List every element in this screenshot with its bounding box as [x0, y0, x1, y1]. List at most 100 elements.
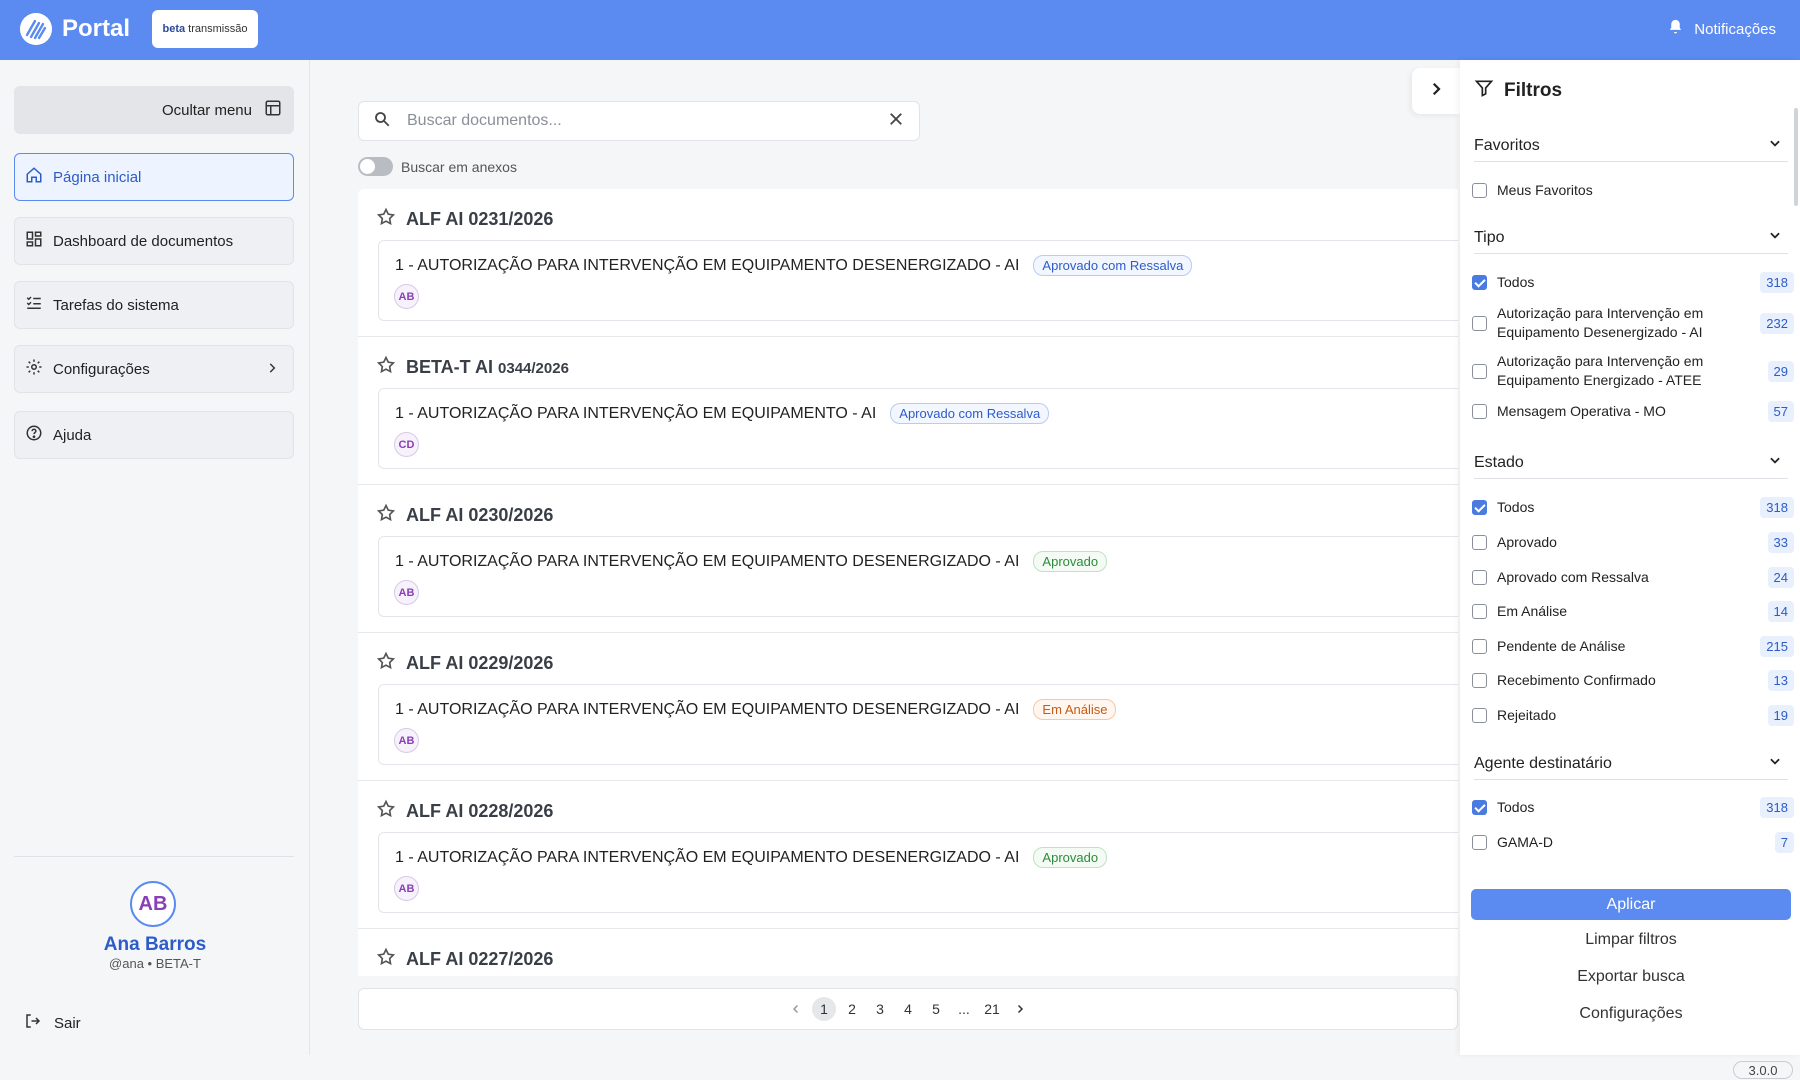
list-item[interactable]: ALF AI 0230/2026 1 - AUTORIZAÇÃO PARA IN…	[358, 485, 1458, 633]
star-icon[interactable]	[376, 799, 396, 824]
section-tipo[interactable]: Tipo	[1474, 222, 1788, 254]
document-title[interactable]: ALF AI 0227/2026	[406, 949, 553, 970]
page-button[interactable]: 5	[924, 997, 948, 1021]
notifications-button[interactable]: Notificações	[1667, 18, 1776, 40]
filter-option[interactable]: Todos 318	[1472, 797, 1794, 818]
checkbox[interactable]	[1472, 363, 1487, 379]
logo[interactable]: Portal	[20, 13, 130, 45]
tasks-icon	[25, 294, 43, 316]
list-item[interactable]: ALF AI 0231/2026 1 - AUTORIZAÇÃO PARA IN…	[358, 189, 1458, 337]
author-avatar: AB	[394, 728, 419, 753]
collapse-filters-button[interactable]	[1412, 68, 1460, 114]
list-item[interactable]: ALF AI 0228/2026 1 - AUTORIZAÇÃO PARA IN…	[358, 781, 1458, 929]
pagination: 1 2 3 4 5 ... 21	[358, 988, 1458, 1030]
export-search-button[interactable]: Exportar busca	[1471, 968, 1791, 986]
count-badge: 318	[1760, 272, 1794, 293]
checkbox[interactable]	[1472, 500, 1487, 515]
chevron-down-icon	[1768, 136, 1782, 155]
list-item[interactable]: ALF AI 0227/2026	[358, 929, 1458, 976]
page-button[interactable]: 21	[980, 997, 1004, 1021]
checkbox[interactable]	[1472, 535, 1487, 550]
page-button[interactable]: 3	[868, 997, 892, 1021]
apply-button[interactable]: Aplicar	[1471, 889, 1791, 920]
filter-option[interactable]: GAMA-D 7	[1472, 832, 1794, 853]
count-badge: 14	[1767, 601, 1794, 622]
section-agente-destinatario[interactable]: Agente destinatário	[1474, 748, 1788, 780]
filters-panel: Filtros Favoritos Meus Favoritos Tipo To…	[1460, 60, 1800, 1055]
list-item[interactable]: BETA-T AI 0344/2026 1 - AUTORIZAÇÃO PARA…	[358, 337, 1458, 485]
filter-option[interactable]: Autorização para Intervenção em Equipame…	[1472, 352, 1794, 390]
checkbox[interactable]	[1472, 604, 1487, 619]
filter-option[interactable]: Aprovado 33	[1472, 532, 1794, 553]
document-title[interactable]: ALF AI 0229/2026	[406, 653, 553, 674]
clear-filters-button[interactable]: Limpar filtros	[1471, 931, 1791, 949]
document-title[interactable]: ALF AI 0231/2026	[406, 209, 553, 230]
document-title[interactable]: ALF AI 0230/2026	[406, 505, 553, 526]
document-card[interactable]: 1 - AUTORIZAÇÃO PARA INTERVENÇÃO EM EQUI…	[378, 684, 1458, 765]
sidebar-item-settings[interactable]: Configurações	[14, 345, 294, 393]
page-button[interactable]: 2	[840, 997, 864, 1021]
checkbox[interactable]	[1472, 315, 1487, 331]
filter-option[interactable]: Pendente de Análise 215	[1472, 636, 1794, 657]
filter-option-label: Rejeitado	[1497, 707, 1557, 723]
checkbox[interactable]	[1472, 275, 1487, 290]
document-title[interactable]: ALF AI 0228/2026	[406, 801, 553, 822]
notifications-label: Notificações	[1694, 20, 1776, 38]
logout-button[interactable]: Sair	[24, 1012, 81, 1034]
filter-option[interactable]: Todos 318	[1472, 272, 1794, 293]
filters-scrollbar[interactable]	[1794, 108, 1798, 206]
checkbox[interactable]	[1472, 800, 1487, 815]
hide-menu-button[interactable]: Ocultar menu	[14, 86, 294, 134]
filter-option-label: Autorização para Intervenção em Equipame…	[1497, 305, 1704, 340]
dashboard-icon	[25, 230, 43, 252]
user-handle: @ana • BETA-T	[109, 956, 201, 971]
logout-icon	[24, 1012, 42, 1034]
document-card[interactable]: 1 - AUTORIZAÇÃO PARA INTERVENÇÃO EM EQUI…	[378, 240, 1458, 321]
filter-option[interactable]: Aprovado com Ressalva 24	[1472, 567, 1794, 588]
document-title[interactable]: BETA-T AI 0344/2026	[406, 357, 569, 378]
search-bar[interactable]: Buscar documentos...	[358, 101, 920, 141]
checkbox[interactable]	[1472, 673, 1487, 688]
document-card[interactable]: 1 - AUTORIZAÇÃO PARA INTERVENÇÃO EM EQUI…	[378, 832, 1458, 913]
sidebar-item-tasks[interactable]: Tarefas do sistema	[14, 281, 294, 329]
star-icon[interactable]	[376, 947, 396, 972]
logo-icon	[20, 13, 52, 45]
filter-settings-button[interactable]: Configurações	[1471, 1005, 1791, 1023]
sidebar-item-home[interactable]: Página inicial	[14, 153, 294, 201]
filter-option[interactable]: Mensagem Operativa - MO 57	[1472, 401, 1794, 422]
page-button[interactable]: 1	[812, 997, 836, 1021]
layout-icon	[264, 99, 282, 121]
checkbox[interactable]	[1472, 639, 1487, 654]
sidebar-item-dashboard[interactable]: Dashboard de documentos	[14, 217, 294, 265]
list-item[interactable]: ALF AI 0229/2026 1 - AUTORIZAÇÃO PARA IN…	[358, 633, 1458, 781]
page-ellipsis: ...	[958, 1001, 970, 1017]
checkbox[interactable]	[1472, 404, 1487, 419]
filter-option[interactable]: Rejeitado 19	[1472, 705, 1794, 726]
next-page-icon[interactable]	[1008, 997, 1032, 1021]
search-input[interactable]: Buscar documentos...	[407, 112, 887, 130]
star-icon[interactable]	[376, 651, 396, 676]
star-icon[interactable]	[376, 355, 396, 380]
filter-option[interactable]: Meus Favoritos	[1472, 181, 1794, 200]
checkbox[interactable]	[1472, 183, 1487, 198]
prev-page-icon[interactable]	[784, 997, 808, 1021]
section-estado[interactable]: Estado	[1474, 447, 1788, 479]
avatar[interactable]: AB	[130, 881, 176, 927]
attachments-toggle[interactable]	[358, 157, 393, 176]
checkbox[interactable]	[1472, 570, 1487, 585]
section-favoritos[interactable]: Favoritos	[1474, 130, 1788, 162]
filter-option[interactable]: Todos 318	[1472, 497, 1794, 518]
clear-search-icon[interactable]	[887, 110, 905, 133]
checkbox[interactable]	[1472, 835, 1487, 850]
filter-option[interactable]: Em Análise 14	[1472, 601, 1794, 622]
checkbox[interactable]	[1472, 708, 1487, 723]
star-icon[interactable]	[376, 503, 396, 528]
document-card[interactable]: 1 - AUTORIZAÇÃO PARA INTERVENÇÃO EM EQUI…	[378, 536, 1458, 617]
hide-menu-label: Ocultar menu	[161, 101, 252, 119]
sidebar-item-help[interactable]: Ajuda	[14, 411, 294, 459]
filter-option[interactable]: Autorização para Intervenção em Equipame…	[1472, 304, 1794, 342]
filter-option[interactable]: Recebimento Confirmado 13	[1472, 670, 1794, 691]
star-icon[interactable]	[376, 207, 396, 232]
page-button[interactable]: 4	[896, 997, 920, 1021]
document-card[interactable]: 1 - AUTORIZAÇÃO PARA INTERVENÇÃO EM EQUI…	[378, 388, 1458, 469]
